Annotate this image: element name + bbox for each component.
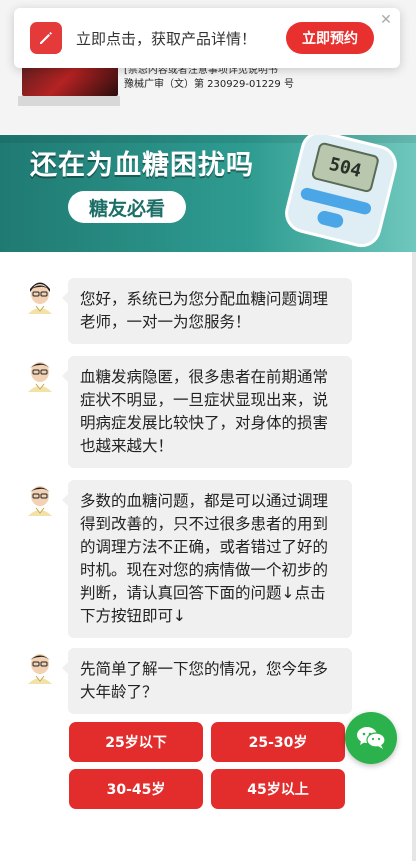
- chat-bubble: 血糖发病隐匿，很多患者在前期通常症状不明显，一旦症状显现出来，说明病症发展比较快…: [62, 356, 352, 468]
- book-now-button[interactable]: 立即预约: [286, 22, 374, 54]
- doctor-avatar: [22, 278, 58, 314]
- promo-popup[interactable]: 立即点击，获取产品详情！ 立即预约 ✕: [14, 8, 400, 68]
- scrollbar-track: [412, 252, 416, 861]
- age-option-button[interactable]: 25-30岁: [211, 722, 345, 762]
- chat-area: 您好，系统已为您分配血糖问题调理老师，一对一为您服务！ 血糖发病隐匿，很多患者在…: [0, 252, 416, 861]
- doctor-avatar: [22, 480, 58, 516]
- popup-message: 立即点击，获取产品详情！: [76, 30, 257, 48]
- chat-bubble: 先简单了解一下您的情况，您今年多大年龄了？: [62, 648, 352, 714]
- chat-bubble: 多数的血糖问题，都是可以通过调理得到改善的，只不过很多患者的用到的调理方法不正确…: [62, 480, 352, 638]
- doctor-avatar-icon: [22, 648, 58, 684]
- doctor-avatar-icon: [22, 356, 58, 392]
- glucose-meter-image: 504: [280, 135, 402, 252]
- doctor-avatar: [22, 648, 58, 684]
- age-option-button[interactable]: 45岁以上: [211, 769, 345, 809]
- doctor-avatar: [22, 356, 58, 392]
- banner-title: 还在为血糖困扰吗: [30, 150, 254, 181]
- age-option-button[interactable]: 30-45岁: [69, 769, 203, 809]
- doctor-avatar-icon: [22, 278, 58, 314]
- wechat-icon[interactable]: [345, 712, 397, 764]
- pencil-icon-glyph: [40, 32, 52, 44]
- chat-bubble: 您好，系统已为您分配血糖问题调理老师，一对一为您服务！: [62, 278, 352, 344]
- pencil-icon: [30, 22, 62, 54]
- registration-line-2: 豫械广审（文）第 230929-01229 号: [124, 79, 294, 90]
- close-icon[interactable]: ✕: [378, 12, 394, 28]
- registration-text: [禁忌内容或者注意事项详见说明书 豫械广审（文）第 230929-01229 号: [124, 64, 414, 92]
- doctor-avatar-icon: [22, 480, 58, 516]
- banner-pill: 糖友必看: [68, 191, 186, 223]
- hero-banner[interactable]: 还在为血糖困扰吗 糖友必看 504: [0, 135, 416, 252]
- meter-button: [316, 209, 345, 230]
- wechat-icon-glyph: [357, 727, 386, 749]
- product-box-shadow: [18, 96, 120, 106]
- meter-screen: 504: [310, 141, 381, 194]
- age-option-button[interactable]: 25岁以下: [69, 722, 203, 762]
